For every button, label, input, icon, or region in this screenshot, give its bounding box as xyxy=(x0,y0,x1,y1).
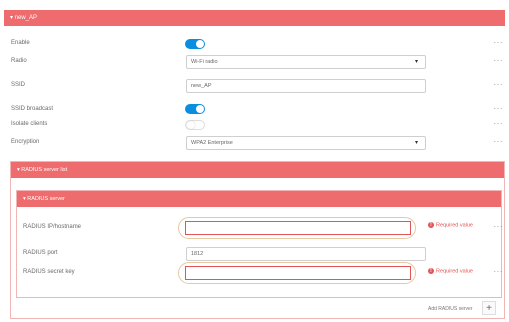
section-title: ▾ new_AP xyxy=(10,15,38,21)
add-radius-server-button[interactable]: + xyxy=(482,301,496,315)
row-enable: Enable ··· xyxy=(0,35,509,53)
radius-secret-error: ! Required value xyxy=(428,268,473,274)
radius-server-title: ▾ RADIUS server xyxy=(23,196,65,202)
chevron-down-icon: ▾ xyxy=(414,59,418,65)
radius-hostname-field-wrapper xyxy=(178,217,416,239)
radius-server-list-title: ▾ RADIUS server list xyxy=(17,167,68,173)
more-options-icon[interactable]: ··· xyxy=(494,119,504,128)
ssid-broadcast-label: SSID broadcast xyxy=(11,106,54,112)
more-options-icon[interactable]: ··· xyxy=(494,38,504,47)
row-radio: Radio Wi-Fi radio ▾ ··· xyxy=(0,53,509,71)
more-options-icon[interactable]: ··· xyxy=(494,222,504,231)
radius-hostname-error: ! Required value xyxy=(428,222,473,228)
more-options-icon[interactable]: ··· xyxy=(494,267,504,276)
isolate-clients-toggle[interactable] xyxy=(185,120,205,130)
isolate-clients-label: Isolate clients xyxy=(11,121,48,127)
radius-secret-label: RADIUS secret key xyxy=(23,269,75,275)
section-header-new-ap[interactable]: ▾ new_AP xyxy=(4,10,505,26)
ssid-label: SSID xyxy=(11,82,26,88)
row-isolate-clients: Isolate clients ··· xyxy=(0,116,509,134)
chevron-down-icon: ▾ xyxy=(414,140,418,146)
required-value-text: Required value xyxy=(436,268,473,275)
radius-port-input[interactable]: 1812 xyxy=(186,247,426,261)
required-value-text: Required value xyxy=(436,222,473,229)
plus-icon: + xyxy=(486,303,492,314)
row-ssid: SSID new_AP ··· xyxy=(0,77,509,95)
more-options-icon[interactable]: ··· xyxy=(494,80,504,89)
error-icon: ! xyxy=(428,222,434,228)
radio-label: Radio xyxy=(11,58,27,64)
encryption-value: WPA2 Enterprise xyxy=(191,140,233,146)
row-radius-port: RADIUS port 1812 xyxy=(0,245,509,263)
toggle-knob xyxy=(196,40,204,48)
radius-hostname-label: RADIUS IP/hostname xyxy=(23,224,82,230)
more-options-icon[interactable]: ··· xyxy=(494,56,504,65)
radius-server-list-header[interactable]: ▾ RADIUS server list xyxy=(11,162,504,178)
row-encryption: Encryption WPA2 Enterprise ▾ ··· xyxy=(0,134,509,152)
radius-hostname-input[interactable] xyxy=(185,221,411,235)
radio-select[interactable]: Wi-Fi radio ▾ xyxy=(186,55,426,69)
enable-toggle[interactable] xyxy=(185,39,205,49)
ssid-value: new_AP xyxy=(191,83,212,89)
radius-secret-field-wrapper xyxy=(178,262,416,284)
toggle-knob xyxy=(196,105,204,113)
radio-value: Wi-Fi radio xyxy=(191,59,218,65)
radius-port-value: 1812 xyxy=(191,251,204,257)
add-radius-server-link[interactable]: Add RADIUS server xyxy=(428,306,472,312)
toggle-knob xyxy=(187,121,195,129)
more-options-icon[interactable]: ··· xyxy=(494,137,504,146)
error-icon: ! xyxy=(428,268,434,274)
radius-port-label: RADIUS port xyxy=(23,250,58,256)
ssid-input[interactable]: new_AP xyxy=(186,79,426,93)
encryption-label: Encryption xyxy=(11,139,40,145)
encryption-select[interactable]: WPA2 Enterprise ▾ xyxy=(186,136,426,150)
radius-server-header[interactable]: ▾ RADIUS server xyxy=(17,191,501,207)
ssid-broadcast-toggle[interactable] xyxy=(185,104,205,114)
radius-secret-input[interactable] xyxy=(185,266,411,280)
more-options-icon[interactable]: ··· xyxy=(494,104,504,113)
enable-label: Enable xyxy=(11,40,30,46)
